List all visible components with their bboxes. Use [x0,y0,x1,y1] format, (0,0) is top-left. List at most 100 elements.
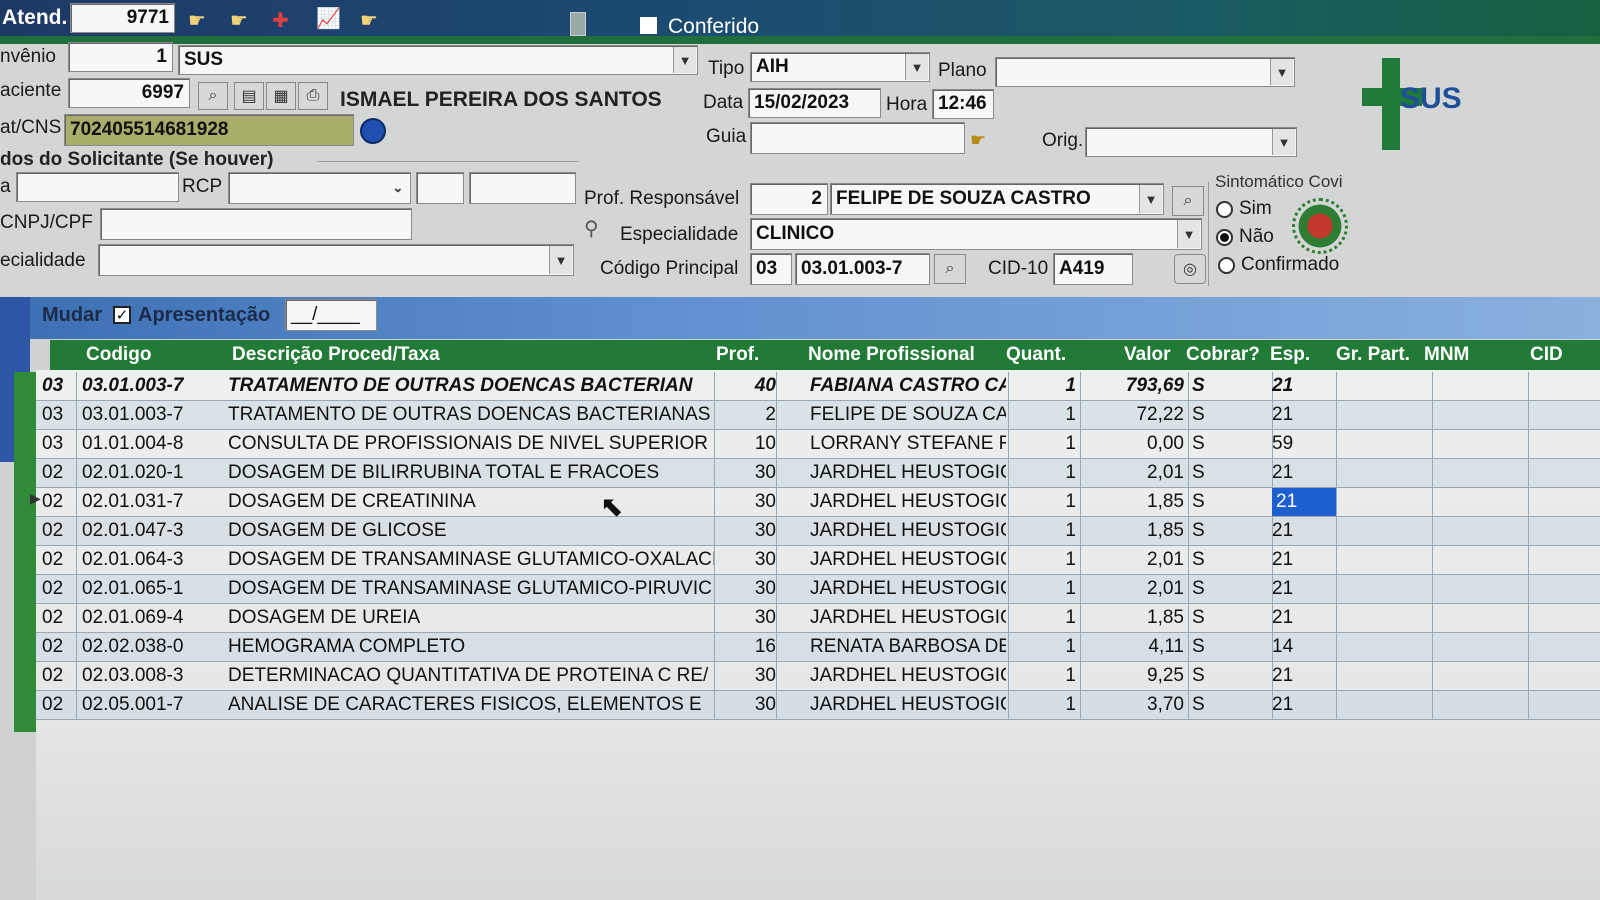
cell-quant[interactable]: 1 [1026,517,1076,545]
cell-prof[interactable]: 2 [722,401,776,429]
table-row[interactable]: 02 02.01.065-1 DOSAGEM DE TRANSAMINASE GLU… [36,575,1600,604]
cell-group[interactable]: 02 [42,633,74,661]
cell-valor[interactable]: 1,85 [1096,517,1184,545]
printer-icon[interactable]: ⎙ [298,82,328,110]
table-row[interactable]: 02 02.02.038-0 HEMOGRAMA COMPLETO 16 RENATA … [36,633,1600,662]
cell-codigo[interactable]: 02.01.020-1 [82,459,212,487]
cell-cobrar[interactable]: S [1192,662,1222,690]
cell-descricao[interactable]: DOSAGEM DE CREATININA [228,488,714,516]
cell-descricao[interactable]: DOSAGEM DE TRANSAMINASE GLUTAMICO-PIRUVI… [228,575,714,603]
cell-prof[interactable]: 30 [722,459,776,487]
cell-quant[interactable]: 1 [1026,662,1076,690]
cell-group[interactable]: 02 [42,662,74,690]
col-header-mnm[interactable]: MNM [1424,340,1469,370]
cell-codigo[interactable]: 01.01.004-8 [82,430,212,458]
cell-nome-profissional[interactable]: JARDHEL HEUSTOGIC [810,517,1006,545]
settings-icon[interactable]: ◎ [1174,254,1206,284]
table-row[interactable]: 02 02.01.064-3 DOSAGEM DE TRANSAMINASE GLU… [36,546,1600,575]
col-header-nome-profissional[interactable]: Nome Profissional [808,340,975,370]
cell-quant[interactable]: 1 [1026,430,1076,458]
col-header-quant[interactable]: Quant. [1006,340,1066,370]
calculator-icon[interactable] [570,12,586,36]
cell-prof[interactable]: 30 [722,662,776,690]
plano-select[interactable]: ▼ [995,57,1295,87]
cell-codigo[interactable]: 02.02.038-0 [82,633,212,661]
cell-nome-profissional[interactable]: LORRANY STEFANE R [810,430,1006,458]
cell-group[interactable]: 03 [42,372,74,400]
data-field[interactable]: 15/02/2023 [748,88,881,118]
table-row[interactable]: 02 02.01.031-7 DOSAGEM DE CREATININA 30 JARD… [36,488,1600,517]
covid-option-confirmado[interactable]: Confirmado [1218,254,1339,276]
pin-icon[interactable]: ⚲ [584,216,599,241]
cell-cobrar[interactable]: S [1192,372,1222,400]
cell-cobrar[interactable]: S [1192,546,1222,574]
cell-esp[interactable]: 21 [1272,372,1336,400]
cell-nome-profissional[interactable]: JARDHEL HEUSTOGIC [810,546,1006,574]
col-header-gr-part[interactable]: Gr. Part. [1336,340,1410,370]
chevron-down-icon[interactable]: ▼ [673,47,696,73]
cnpj-field[interactable] [100,208,412,240]
apresentacao-checkbox[interactable]: ✓ [113,306,131,325]
cell-cobrar[interactable]: S [1192,604,1222,632]
cell-prof[interactable]: 10 [722,430,776,458]
col-header-esp[interactable]: Esp. [1270,340,1310,370]
cell-group[interactable]: 03 [42,430,74,458]
table-row[interactable]: 03 03.01.003-7 TRATAMENTO DE OUTRAS DOENCA… [36,372,1600,401]
cell-quant[interactable]: 1 [1026,372,1076,400]
solicitante-name-field[interactable] [16,172,179,202]
cell-quant[interactable]: 1 [1026,633,1076,661]
cell-valor[interactable]: 1,85 [1096,488,1184,516]
cell-nome-profissional[interactable]: RENATA BARBOSA DE [810,633,1006,661]
radio-button-selected[interactable] [1216,228,1233,246]
cell-group[interactable]: 02 [42,546,74,574]
cell-prof[interactable]: 30 [722,488,776,516]
add-icon[interactable]: ✚ [272,8,289,33]
pointing-hand-icon[interactable]: ☛ [188,8,206,33]
cell-cobrar[interactable]: S [1192,575,1222,603]
cell-quant[interactable]: 1 [1026,488,1076,516]
cell-esp[interactable]: 21 [1272,459,1336,487]
cell-codigo[interactable]: 02.01.065-1 [82,575,212,603]
cell-codigo[interactable]: 02.01.064-3 [82,546,212,574]
hora-field[interactable]: 12:46 [932,89,994,119]
pointing-hand-icon[interactable]: ☛ [360,8,378,33]
covid-option-sim[interactable]: Sim [1216,198,1272,220]
cell-codigo[interactable]: 03.01.003-7 [82,372,212,400]
cell-nome-profissional[interactable]: JARDHEL HEUSTOGIC [810,604,1006,632]
tipo-select[interactable]: AIH ▼ [750,52,930,82]
globe-icon[interactable] [360,118,386,144]
cid-field[interactable]: A419 [1053,253,1133,285]
covid-option-nao[interactable]: Não [1216,226,1274,248]
cell-valor[interactable]: 0,00 [1096,430,1184,458]
table-row[interactable]: 02 02.05.001-7 ANALISE DE CARACTERES FISIC… [36,691,1600,720]
cell-prof[interactable]: 16 [722,633,776,661]
cell-codigo[interactable]: 02.01.047-3 [82,517,212,545]
orig-select[interactable]: ▼ [1085,127,1297,157]
cell-nome-profissional[interactable]: FELIPE DE SOUZA CAS [810,401,1006,429]
chevron-down-icon[interactable]: ⌄ [387,174,409,202]
cell-esp[interactable]: 21 [1272,604,1336,632]
chevron-down-icon[interactable]: ▼ [1272,129,1295,155]
cell-cobrar[interactable]: S [1192,401,1222,429]
cell-esp[interactable]: 21 [1272,575,1336,603]
binoculars-icon[interactable]: ⌕ [198,82,228,110]
cell-group[interactable]: 02 [42,488,74,516]
cell-group[interactable]: 02 [42,459,74,487]
cell-esp[interactable]: 21 [1272,488,1336,516]
cell-prof[interactable]: 30 [722,691,776,719]
cell-quant[interactable]: 1 [1026,604,1076,632]
table-row[interactable]: 02 02.03.008-3 DETERMINACAO QUANTITATIVA D… [36,662,1600,691]
cell-prof[interactable]: 30 [722,604,776,632]
cell-codigo[interactable]: 03.01.003-7 [82,401,212,429]
binoculars-icon[interactable]: ⌕ [934,254,966,284]
radio-button[interactable] [1218,256,1235,274]
cell-valor[interactable]: 9,25 [1096,662,1184,690]
cell-nome-profissional[interactable]: FABIANA CASTRO CA [810,372,1006,400]
cell-nome-profissional[interactable]: JARDHEL HEUSTOGIC [810,662,1006,690]
cell-group[interactable]: 02 [42,604,74,632]
cell-esp[interactable]: 14 [1272,633,1336,661]
cell-quant[interactable]: 1 [1026,691,1076,719]
cell-prof[interactable]: 30 [722,546,776,574]
cell-nome-profissional[interactable]: JARDHEL HEUSTOGIC [810,691,1006,719]
cell-valor[interactable]: 2,01 [1096,459,1184,487]
